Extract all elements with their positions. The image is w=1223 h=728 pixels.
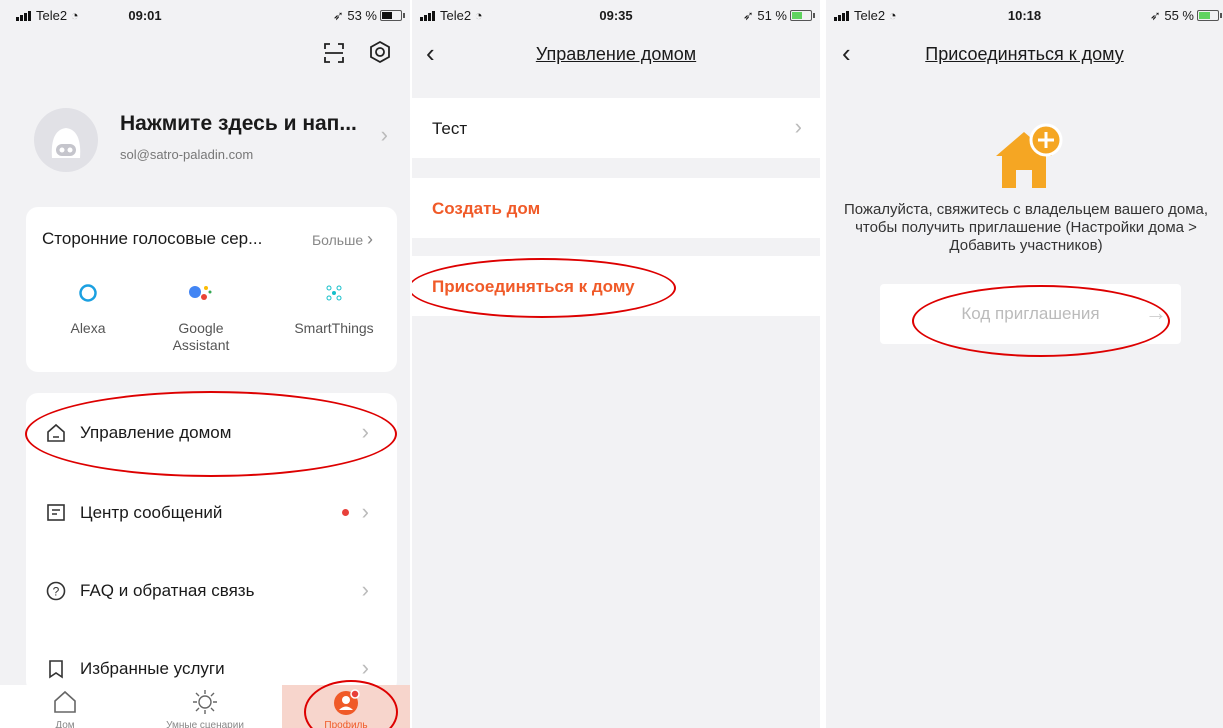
status-bar: Tele2 ◔ 09:01 ➶ 53 % — [0, 0, 410, 30]
tab-label: Дом — [55, 720, 75, 728]
menu-label: Избранные услуги — [80, 659, 225, 678]
svg-text:?: ? — [53, 585, 60, 599]
service-label: SmartThings — [294, 320, 374, 336]
chevron-right-icon: › — [361, 499, 369, 524]
google-assistant-icon — [189, 286, 212, 300]
status-right: ➶ 53 % — [332, 8, 405, 24]
profile-email: sol@satro-paladin.com — [120, 147, 254, 162]
battery-icon — [380, 10, 405, 21]
menu-label: FAQ и обратная связь — [80, 581, 255, 600]
bookmark-icon — [49, 660, 63, 679]
profile-name: Нажмите здесь и нап... — [120, 112, 357, 135]
service-google-assistant[interactable]: Google Assistant — [156, 283, 246, 354]
annotation-oval — [912, 285, 1170, 357]
chevron-right-icon: › — [794, 114, 802, 139]
status-bar: Tele2 ◔ 09:35 ➶ 51 % — [412, 0, 820, 30]
profile-header[interactable]: Нажмите здесь и нап... sol@satro-paladin… — [0, 95, 410, 185]
voice-services-card: Сторонние голосовые сер... Больше › Alex… — [26, 207, 397, 372]
menu-label: Центр сообщений — [80, 503, 223, 522]
tab-label: Умные сценарии — [166, 720, 244, 728]
house-icon — [54, 690, 76, 713]
scan-icon[interactable] — [323, 42, 345, 64]
settings-icon[interactable] — [368, 40, 392, 66]
smartthings-icon — [326, 285, 342, 301]
home-item-test[interactable]: Тест › — [412, 98, 820, 158]
battery-percent: 55 % — [1164, 8, 1194, 23]
service-label: Alexa — [70, 320, 106, 336]
battery-percent: 51 % — [757, 8, 787, 23]
chevron-right-icon: › — [361, 577, 369, 602]
alexa-icon — [79, 284, 97, 302]
avatar — [34, 108, 98, 172]
house-add-icon — [996, 123, 1063, 188]
instruction-text: Пожалуйста, свяжитесь с владельцем вашег… — [843, 201, 1209, 254]
status-right: ➶ 55 % — [1149, 8, 1222, 24]
create-home-button[interactable]: Создать дом — [412, 178, 820, 238]
join-home-screen: Tele2 ◔ 10:18 ➶ 55 % ‹ Присоединяться к … — [826, 0, 1223, 728]
question-icon: ? — [46, 581, 66, 601]
status-bar: Tele2 ◔ 10:18 ➶ 55 % — [826, 0, 1223, 30]
tab-home[interactable]: Дом — [20, 685, 110, 728]
profile-screen: Tele2 ◔ 09:01 ➶ 53 % Нажмите здесь и нап… — [0, 0, 410, 728]
battery-icon — [1197, 10, 1222, 21]
create-home-label: Создать дом — [432, 199, 541, 218]
service-alexa[interactable]: Alexa — [48, 283, 128, 336]
tab-smart-scenes[interactable]: Умные сценарии — [150, 685, 260, 728]
service-smartthings[interactable]: SmartThings — [284, 283, 384, 336]
menu-item-message-center[interactable]: Центр сообщений › — [26, 491, 397, 535]
clock: 09:01 — [128, 8, 162, 23]
page-title: Управление домом — [535, 44, 697, 64]
battery-percent: 53 % — [347, 8, 377, 23]
location-icon: ➶ — [1149, 8, 1161, 23]
page-title: Присоединяться к дому — [925, 44, 1124, 64]
service-label: Google Assistant — [172, 320, 230, 353]
message-icon — [47, 504, 65, 521]
location-icon: ➶ — [742, 8, 754, 23]
annotation-oval — [25, 391, 397, 477]
battery-icon — [790, 10, 815, 21]
chevron-right-icon: › — [380, 122, 388, 147]
menu-item-faq[interactable]: ? FAQ и обратная связь › — [26, 569, 397, 613]
voice-services-title: Сторонние голосовые сер... — [42, 229, 263, 248]
more-label: Больше — [311, 232, 364, 248]
nav-bar: ‹ Присоединяться к дому — [826, 38, 1223, 74]
status-right: ➶ 51 % — [742, 8, 815, 24]
chevron-right-icon: › — [367, 229, 373, 249]
nav-bar: ‹ Управление домом — [412, 38, 820, 74]
unread-dot — [342, 509, 349, 516]
sun-icon — [193, 690, 217, 714]
home-label: Тест — [432, 119, 468, 138]
annotation-oval — [412, 258, 676, 318]
home-management-screen: Tele2 ◔ 09:35 ➶ 51 % ‹ Управление домом … — [412, 0, 820, 728]
location-icon: ➶ — [332, 8, 344, 23]
chevron-right-icon: › — [361, 655, 369, 680]
more-link[interactable]: Больше › — [312, 229, 373, 250]
